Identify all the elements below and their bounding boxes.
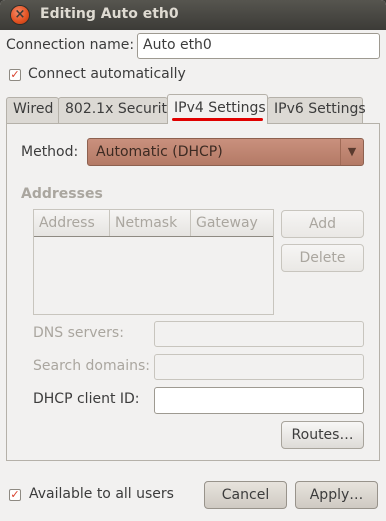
connect-automatically-checkbox[interactable]: ✓ bbox=[9, 69, 21, 81]
method-dropdown[interactable]: Automatic (DHCP) ▼ bbox=[87, 138, 364, 166]
available-to-all-users-label[interactable]: Available to all users bbox=[29, 486, 174, 502]
tab-wired[interactable]: Wired bbox=[6, 97, 59, 123]
connect-automatically-label[interactable]: Connect automatically bbox=[28, 66, 186, 82]
apply-button[interactable]: Apply… bbox=[295, 481, 378, 509]
dhcp-client-id-field[interactable] bbox=[154, 387, 364, 414]
search-domains-field[interactable] bbox=[154, 354, 364, 380]
column-header-gateway[interactable]: Gateway bbox=[191, 210, 273, 236]
column-header-netmask[interactable]: Netmask bbox=[110, 210, 191, 236]
dhcp-client-id-label: DHCP client ID: bbox=[33, 391, 140, 407]
connection-name-field[interactable]: Auto eth0 bbox=[137, 33, 380, 59]
edit-connection-dialog: × Editing Auto eth0 Connection name: Aut… bbox=[0, 0, 386, 521]
close-icon[interactable]: × bbox=[11, 6, 29, 24]
connection-name-label: Connection name: bbox=[6, 37, 135, 53]
tab-ipv6-settings[interactable]: IPv6 Settings bbox=[267, 97, 366, 123]
window-title: Editing Auto eth0 bbox=[40, 6, 179, 22]
dns-servers-label: DNS servers: bbox=[33, 325, 124, 341]
add-address-button[interactable]: Add bbox=[281, 210, 364, 238]
routes-button[interactable]: Routes… bbox=[281, 421, 364, 449]
addresses-section-title: Addresses bbox=[21, 186, 103, 202]
addresses-table: Address Netmask Gateway bbox=[33, 209, 274, 315]
header-divider bbox=[34, 236, 273, 237]
dns-servers-field[interactable] bbox=[154, 321, 364, 347]
active-tab-underline bbox=[172, 118, 263, 121]
chevron-down-icon: ▼ bbox=[340, 139, 363, 165]
method-value: Automatic (DHCP) bbox=[96, 144, 223, 160]
titlebar: × Editing Auto eth0 bbox=[0, 0, 386, 30]
method-label: Method: bbox=[21, 144, 79, 160]
search-domains-label: Search domains: bbox=[33, 358, 150, 374]
tab-8021x-security[interactable]: 802.1x Security bbox=[58, 97, 175, 123]
delete-address-button[interactable]: Delete bbox=[281, 244, 364, 272]
available-to-all-users-checkbox[interactable]: ✓ bbox=[9, 489, 21, 501]
column-header-address[interactable]: Address bbox=[34, 210, 110, 236]
cancel-button[interactable]: Cancel bbox=[204, 481, 287, 509]
